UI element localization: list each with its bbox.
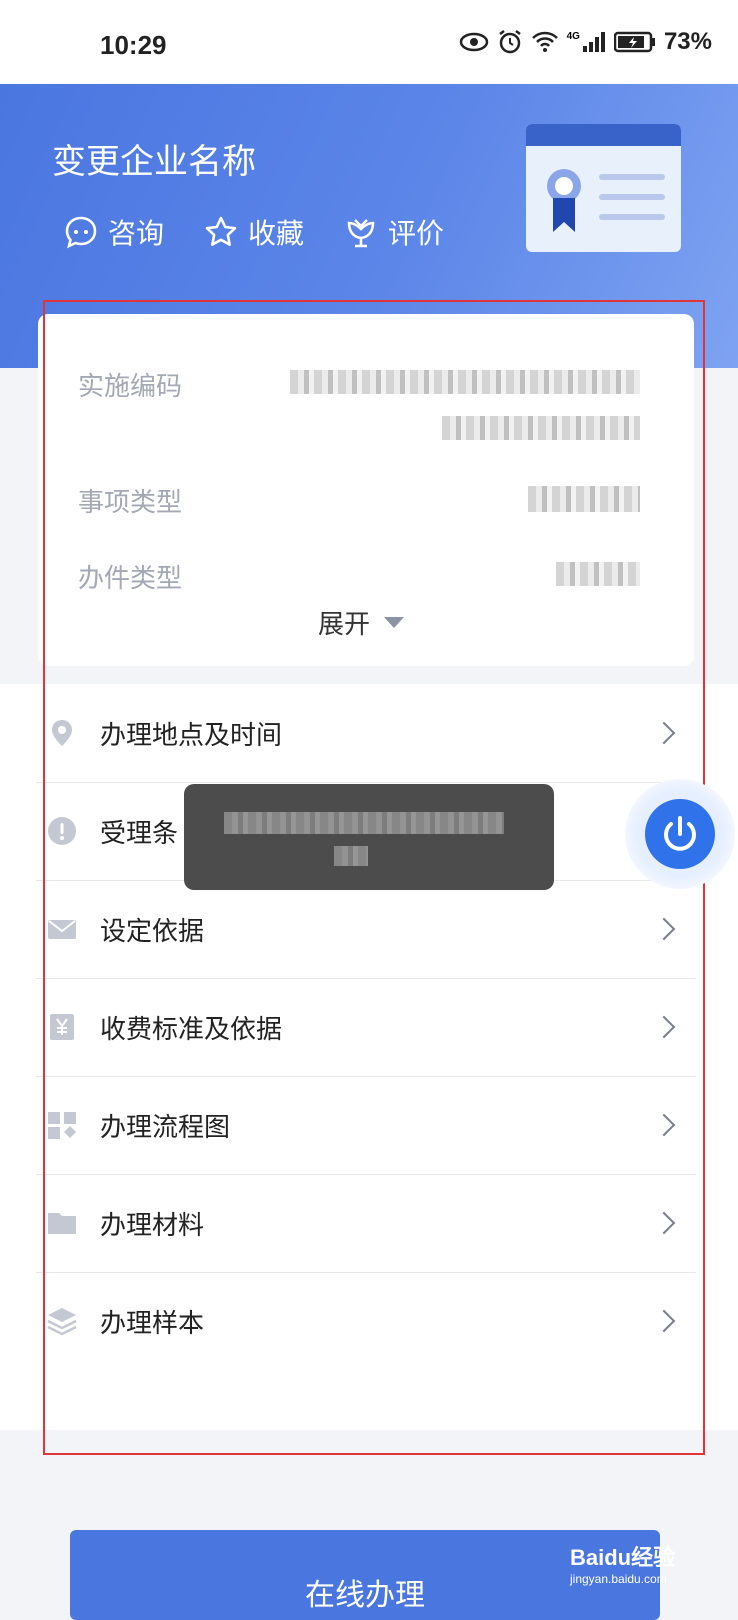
wifi-icon bbox=[531, 31, 558, 52]
redacted-toast-line1 bbox=[224, 812, 504, 834]
info-card: 实施编码 事项类型 办件类型 展开 bbox=[38, 314, 694, 666]
grid-icon bbox=[48, 1112, 76, 1139]
alert-icon bbox=[48, 817, 76, 845]
favorite-button[interactable]: 收藏 bbox=[204, 212, 304, 252]
folder-icon bbox=[48, 1213, 76, 1234]
redacted-code-line2 bbox=[442, 416, 640, 440]
floating-assistant-button[interactable] bbox=[625, 779, 735, 889]
info-label-case-type: 办件类型 bbox=[78, 564, 183, 594]
signal-icon bbox=[582, 32, 605, 52]
menu-item-label: 设定依据 bbox=[100, 916, 205, 947]
eye-icon bbox=[459, 32, 488, 52]
baidu-watermark: Baidu经验 jingyan.baidu.com bbox=[570, 1540, 675, 1586]
battery-percent: 73% bbox=[663, 28, 712, 55]
network-type: 4G bbox=[566, 30, 580, 42]
redacted-case-type bbox=[556, 562, 640, 586]
layers-icon bbox=[47, 1308, 77, 1336]
certificate-illustration bbox=[526, 124, 681, 252]
menu-item-flowchart[interactable]: 办理流程图 bbox=[36, 1076, 696, 1175]
menu-item-label: 办理流程图 bbox=[100, 1112, 231, 1143]
chevron-right-icon bbox=[652, 1211, 676, 1235]
alarm-icon bbox=[498, 30, 521, 54]
toast-message bbox=[184, 784, 554, 890]
float-button-core bbox=[645, 799, 715, 869]
expand-toggle[interactable]: 展开 bbox=[318, 604, 405, 641]
online-apply-label: 在线办理 bbox=[305, 1578, 425, 1613]
chat-icon bbox=[65, 216, 97, 249]
redacted-code-line1 bbox=[290, 370, 640, 394]
favorite-label: 收藏 bbox=[248, 217, 305, 250]
status-bar: 10:29 4G 73% bbox=[0, 0, 738, 84]
menu-item-samples[interactable]: 办理样本 bbox=[36, 1272, 696, 1370]
header-actions: 咨询 收藏 评价 bbox=[64, 212, 444, 252]
flower-icon bbox=[347, 219, 375, 248]
chevron-right-icon bbox=[652, 917, 676, 941]
triangle-down-icon bbox=[384, 617, 405, 628]
rate-label: 评价 bbox=[388, 217, 445, 250]
info-label-type: 事项类型 bbox=[78, 488, 183, 518]
watermark-url: jingyan.baidu.com bbox=[570, 1572, 667, 1586]
location-icon bbox=[52, 720, 72, 746]
menu-item-label: 办理地点及时间 bbox=[100, 720, 283, 751]
menu-item-label: 收费标准及依据 bbox=[100, 1014, 283, 1045]
menu-item-basis[interactable]: 设定依据 bbox=[36, 880, 696, 979]
watermark-brand: Baidu经验 bbox=[570, 1545, 676, 1570]
chevron-right-icon bbox=[652, 1015, 676, 1039]
status-icons: 4G 73% bbox=[459, 28, 712, 56]
rate-button[interactable]: 评价 bbox=[344, 212, 444, 252]
redacted-type bbox=[528, 486, 640, 512]
redacted-toast-line2 bbox=[334, 846, 368, 866]
menu-item-location-time[interactable]: 办理地点及时间 bbox=[36, 684, 696, 783]
power-icon bbox=[664, 816, 696, 851]
expand-label: 展开 bbox=[318, 610, 371, 640]
status-time: 10:29 bbox=[100, 30, 167, 60]
battery-icon bbox=[613, 31, 655, 53]
consult-label: 咨询 bbox=[108, 217, 165, 250]
info-label-code: 实施编码 bbox=[78, 372, 183, 402]
chevron-right-icon bbox=[652, 1113, 676, 1137]
menu-item-fees[interactable]: 收费标准及依据 bbox=[36, 978, 696, 1077]
consult-button[interactable]: 咨询 bbox=[64, 212, 164, 252]
page-title: 变更企业名称 bbox=[52, 142, 256, 182]
menu-item-label: 办理样本 bbox=[100, 1308, 205, 1339]
chevron-right-icon bbox=[652, 1309, 676, 1333]
star-icon bbox=[205, 216, 237, 246]
menu-item-label: 办理材料 bbox=[100, 1210, 205, 1241]
menu-item-materials[interactable]: 办理材料 bbox=[36, 1174, 696, 1273]
chevron-right-icon bbox=[652, 721, 676, 745]
yen-icon bbox=[50, 1014, 74, 1040]
mail-icon bbox=[48, 920, 76, 939]
